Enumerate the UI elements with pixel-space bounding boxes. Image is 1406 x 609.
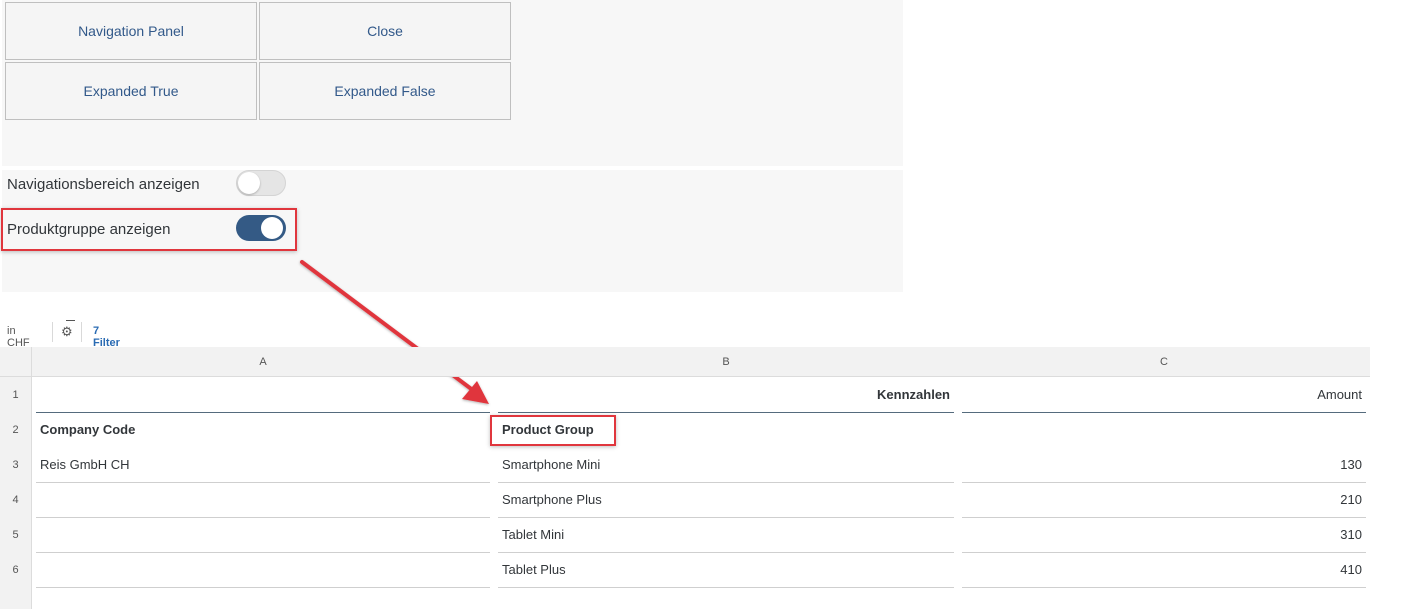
gear-icon[interactable]: ⚙	[61, 324, 73, 340]
row-header-filler	[0, 587, 32, 609]
product-group-highlight-box	[490, 415, 616, 446]
expanded-false-button[interactable]: Expanded False	[259, 62, 511, 120]
gear-icon-bar	[66, 320, 75, 321]
measure-header-cell[interactable]: Kennzahlen	[498, 377, 950, 412]
product-cell[interactable]: Smartphone Plus	[502, 482, 942, 517]
table-corner	[0, 347, 32, 377]
row-divider	[36, 482, 490, 483]
product-cell[interactable]: Tablet Mini	[502, 517, 942, 552]
amount-cell[interactable]: 210	[962, 482, 1362, 517]
column-header-b[interactable]: B	[494, 347, 958, 377]
close-button[interactable]: Close	[259, 2, 511, 60]
column-header-c[interactable]: C	[958, 347, 1370, 377]
amount-header-cell[interactable]: Amount	[962, 377, 1362, 412]
row-header[interactable]: 5	[0, 517, 32, 552]
amount-cell[interactable]: 130	[962, 447, 1362, 482]
navigation-panel-button[interactable]: Navigation Panel	[5, 2, 257, 60]
row-divider	[498, 587, 954, 588]
row-divider	[962, 412, 1366, 413]
toolbar-divider	[52, 322, 53, 342]
expanded-true-button[interactable]: Expanded True	[5, 62, 257, 120]
switch-highlight-box	[1, 208, 297, 251]
filter-link[interactable]: 7 Filter	[93, 325, 120, 349]
navigationsbereich-label: Navigationsbereich anzeigen	[7, 176, 200, 193]
toolbar-divider	[81, 322, 82, 342]
row-header[interactable]: 3	[0, 447, 32, 482]
row-divider	[962, 587, 1366, 588]
data-table: A B C 1 2 3 4 5 6 Kennzahlen Amount Comp…	[0, 347, 1382, 609]
row-header[interactable]: 6	[0, 552, 32, 587]
navigationsbereich-switch[interactable]	[236, 170, 286, 196]
company-value-cell[interactable]: Reis GmbH CH	[40, 447, 480, 482]
product-cell[interactable]: Smartphone Mini	[502, 447, 942, 482]
column-header-a[interactable]: A	[32, 347, 494, 377]
row-header[interactable]: 2	[0, 412, 32, 447]
row-divider	[36, 552, 490, 553]
product-cell[interactable]: Tablet Plus	[502, 552, 942, 587]
row-header[interactable]: 1	[0, 377, 32, 412]
amount-cell[interactable]: 310	[962, 517, 1362, 552]
switch-knob	[238, 172, 260, 194]
currency-label: in CHF	[7, 325, 30, 349]
row-divider	[36, 587, 490, 588]
company-code-header-cell[interactable]: Company Code	[40, 412, 480, 447]
amount-cell[interactable]: 410	[962, 552, 1362, 587]
row-divider	[36, 517, 490, 518]
row-header[interactable]: 4	[0, 482, 32, 517]
